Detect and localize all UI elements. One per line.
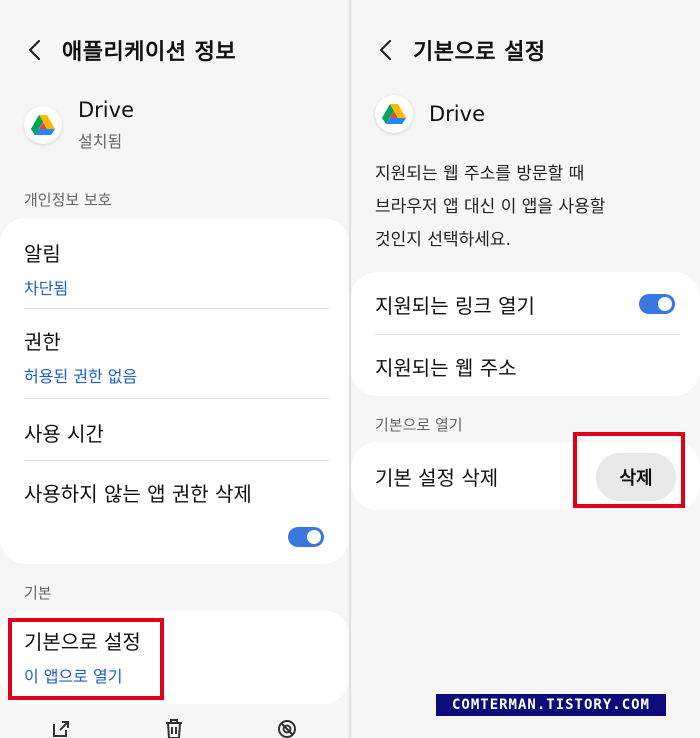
toggle-knob — [307, 530, 321, 544]
remove-permissions-toggle[interactable] — [288, 527, 324, 547]
divider — [24, 460, 329, 461]
list-item-remove-permissions[interactable]: 사용하지 않는 앱 권한 삭제 — [24, 478, 325, 507]
app-header: Drive 설치됨 — [24, 98, 134, 152]
item-title: 권한 — [24, 330, 61, 354]
item-title: 알림 — [24, 242, 61, 266]
list-item-permissions[interactable]: 권한 허용된 권한 없음 — [24, 326, 325, 387]
app-info-header: 애플리케이션 정보 — [0, 26, 349, 74]
set-default-header: 기본으로 설정 — [351, 26, 700, 74]
item-title: 지원되는 웹 주소 — [375, 356, 517, 380]
description-line: 브라우저 앱 대신 이 앱을 사용할 — [375, 197, 606, 217]
page-title: 기본으로 설정 — [413, 40, 546, 65]
item-subtitle: 차단됨 — [24, 279, 69, 298]
highlight-box — [8, 618, 164, 700]
divider — [24, 398, 329, 399]
links-card: 지원되는 링크 열기 지원되는 웹 주소 — [351, 272, 700, 396]
back-arrow-icon[interactable] — [365, 30, 405, 70]
default-section-label: 기본 — [24, 584, 52, 602]
install-status: 설치됨 — [78, 132, 123, 151]
divider — [24, 308, 329, 309]
watermark: COMTERMAN.TISTORY.COM — [436, 694, 666, 716]
list-item-supported-web-addresses[interactable]: 지원되는 웹 주소 — [375, 352, 676, 381]
open-supported-links-toggle[interactable] — [639, 294, 675, 314]
page-title: 애플리케이션 정보 — [62, 40, 237, 65]
back-arrow-icon[interactable] — [14, 30, 54, 70]
divider — [375, 334, 680, 335]
trash-icon[interactable] — [163, 718, 185, 738]
list-item-open-supported-links[interactable]: 지원되는 링크 열기 — [375, 290, 676, 319]
description: 지원되는 웹 주소를 방문할 때 브라우저 앱 대신 이 앱을 사용할 것인지 … — [375, 158, 676, 257]
open-by-default-section-label: 기본으로 열기 — [375, 416, 463, 434]
item-subtitle: 허용된 권한 없음 — [24, 367, 138, 386]
privacy-card: 알림 차단됨 권한 허용된 권한 없음 사용 시간 사용하지 않는 앱 권한 삭… — [0, 218, 349, 564]
list-item-usage-time[interactable]: 사용 시간 — [24, 418, 325, 447]
item-title: 사용하지 않는 앱 권한 삭제 — [24, 482, 252, 506]
item-title: 사용 시간 — [24, 422, 104, 446]
toggle-knob — [658, 297, 672, 311]
description-line: 지원되는 웹 주소를 방문할 때 — [375, 164, 585, 184]
description-line: 것인지 선택하세요. — [375, 230, 511, 250]
app-name: Drive — [78, 98, 134, 122]
open-icon[interactable] — [50, 718, 72, 738]
block-icon[interactable] — [276, 718, 298, 738]
item-title: 지원되는 링크 열기 — [375, 294, 535, 318]
google-drive-icon — [24, 106, 62, 144]
highlight-box — [573, 432, 685, 508]
set-as-default-screen: 기본으로 설정 Drive 지원되는 웹 주소를 방문할 때 브라우저 앱 대신… — [351, 0, 700, 738]
list-item-notifications[interactable]: 알림 차단됨 — [24, 238, 325, 299]
privacy-section-label: 개인정보 보호 — [24, 191, 112, 209]
google-drive-icon — [375, 95, 413, 133]
app-name: Drive — [429, 102, 485, 126]
app-header: Drive — [375, 95, 485, 133]
app-info-screen: 애플리케이션 정보 Drive 설치됨 개인정보 보호 알림 차단됨 권한 허용… — [0, 0, 349, 738]
